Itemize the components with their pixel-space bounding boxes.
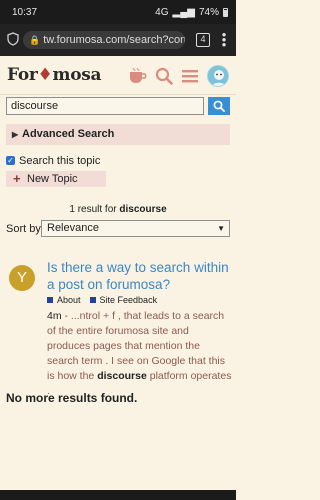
category-label: Site Feedback xyxy=(99,295,158,305)
address-bar[interactable]: 🔒 tw.forumosa.com/search?conte xyxy=(23,31,185,49)
result-author-avatar[interactable]: Y xyxy=(9,265,35,291)
site-header: For♦mosa xyxy=(0,56,236,95)
battery-icon xyxy=(223,8,228,17)
no-more-results: No more results found. xyxy=(6,391,138,405)
search-button[interactable] xyxy=(208,97,230,115)
new-topic-button[interactable]: + New Topic xyxy=(6,171,106,187)
plus-icon: + xyxy=(13,171,21,186)
blurb-highlight: discourse xyxy=(97,370,147,382)
signal-icon: ▂▄▆ xyxy=(172,7,195,18)
coffee-cup-icon[interactable] xyxy=(128,67,147,85)
result-count-prefix: 1 result for xyxy=(69,204,117,215)
status-icons: 4G ▂▄▆ 74% xyxy=(155,7,228,18)
logo-text-end: mosa xyxy=(52,65,102,85)
result-blurb[interactable]: 4m - ...ntrol + f , that leads to a sear… xyxy=(47,309,233,399)
category-square-icon xyxy=(89,297,96,303)
logo-text-start: For xyxy=(7,65,38,85)
sort-select[interactable]: Relevance ▼ xyxy=(41,220,230,237)
forumosa-logo[interactable]: For♦mosa xyxy=(7,65,102,85)
sort-select-value: Relevance xyxy=(47,222,99,234)
chevron-down-icon: ▼ xyxy=(217,224,225,233)
search-input[interactable] xyxy=(6,97,204,115)
category-square-icon xyxy=(47,297,53,303)
hamburger-menu-icon[interactable] xyxy=(181,67,199,85)
result-categories: About Site Feedback xyxy=(47,294,157,306)
category-label: About xyxy=(57,295,81,305)
tab-switcher-button[interactable]: 4 xyxy=(196,33,210,47)
status-bar: 10:37 4G ▂▄▆ 74% xyxy=(0,0,236,24)
new-topic-label: New Topic xyxy=(27,173,78,185)
lock-icon: 🔒 xyxy=(29,35,41,45)
search-button-icon xyxy=(213,100,225,112)
result-count-term: discourse xyxy=(119,204,167,215)
caret-right-icon: ▶ xyxy=(12,130,19,139)
result-age: 4m xyxy=(47,310,62,322)
search-this-topic-checkbox[interactable]: ✓ xyxy=(6,156,15,165)
search-this-topic-label: Search this topic xyxy=(19,155,101,167)
result-title-link[interactable]: Is there a way to search within a post o… xyxy=(47,259,231,293)
browser-toolbar: 🔒 tw.forumosa.com/search?conte 4 • • • xyxy=(0,24,236,56)
browser-menu-icon[interactable]: • • • xyxy=(221,28,227,51)
battery-label: 74% xyxy=(198,7,219,18)
sort-by-label: Sort by xyxy=(6,223,41,235)
advanced-search-toggle[interactable]: ▶ Advanced Search xyxy=(6,124,230,145)
user-avatar[interactable] xyxy=(207,65,229,87)
logo-bird-icon: ♦ xyxy=(37,65,53,85)
category-badge-site-feedback[interactable]: Site Feedback xyxy=(89,295,158,305)
shield-icon[interactable] xyxy=(7,32,19,46)
result-count: 1 result for discourse xyxy=(0,204,236,215)
status-time: 10:37 xyxy=(12,7,38,18)
category-badge-about[interactable]: About xyxy=(47,295,81,305)
system-nav-bar xyxy=(0,490,236,500)
signal-label: 4G xyxy=(155,7,169,18)
advanced-search-label: Advanced Search xyxy=(22,128,115,140)
url-text: tw.forumosa.com/search?conte xyxy=(43,34,185,46)
search-icon[interactable] xyxy=(155,67,173,85)
